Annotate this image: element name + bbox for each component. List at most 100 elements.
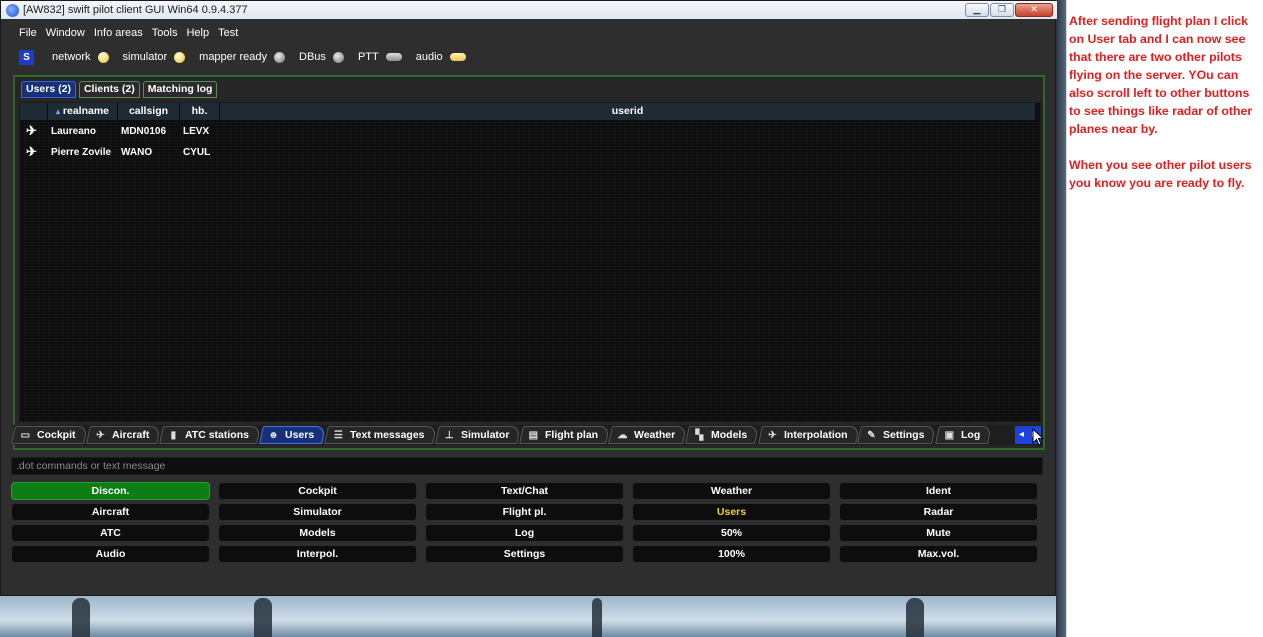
users-panel: Users (2) Clients (2) Matching log ▴ rea… <box>13 75 1045 450</box>
column-header-userid[interactable]: userid <box>220 103 1036 120</box>
tab-log[interactable]: ▣ Log <box>934 426 992 444</box>
tab-label: Flight plan <box>545 429 599 441</box>
app-window: [AW832] swift pilot client GUI Win64 0.9… <box>0 0 1057 596</box>
menu-window[interactable]: Window <box>46 23 85 43</box>
window-controls: ▁ ❐ ✕ <box>965 3 1053 17</box>
subtab-clients[interactable]: Clients (2) <box>78 81 140 98</box>
tab-text-messages[interactable]: ☰ Text messages <box>324 426 437 444</box>
radar-button[interactable]: Radar <box>839 503 1038 521</box>
cockpit-button[interactable]: Cockpit <box>218 482 417 500</box>
menu-bar: File Window Info areas Tools Help Test <box>1 23 247 43</box>
desktop-edge <box>1056 0 1066 637</box>
aircraft-button[interactable]: Aircraft <box>11 503 210 521</box>
log-button[interactable]: Log <box>425 524 624 542</box>
ident-button[interactable]: Ident <box>839 482 1038 500</box>
annotation-paragraph: When you see other pilot users you know … <box>1069 158 1252 190</box>
column-header-realname-label: realname <box>62 105 110 117</box>
tab-label: Simulator <box>460 429 510 441</box>
swift-app-icon <box>6 3 19 17</box>
tab-label: Weather <box>634 429 676 441</box>
tab-aircraft[interactable]: ✈ Aircraft <box>85 426 161 444</box>
simulator-button[interactable]: Simulator <box>218 503 417 521</box>
cockpit-icon: ▭ <box>20 429 31 441</box>
desktop-plant <box>72 598 90 637</box>
network-led-icon <box>97 51 109 63</box>
maximize-button[interactable]: ❐ <box>990 3 1014 17</box>
subtab-matching-log[interactable]: Matching log <box>142 81 218 98</box>
volume-50-button[interactable]: 50% <box>632 524 831 542</box>
title-bar[interactable]: [AW832] swift pilot client GUI Win64 0.9… <box>1 1 1057 19</box>
tab-label: Aircraft <box>111 429 149 441</box>
simulator-led-icon <box>174 51 186 63</box>
menu-file[interactable]: File <box>19 23 37 43</box>
tab-cockpit[interactable]: ▭ Cockpit <box>11 426 88 444</box>
scroll-left-icon[interactable]: ◂ <box>1015 426 1028 444</box>
text-chat-button[interactable]: Text/Chat <box>425 482 624 500</box>
tab-simulator[interactable]: ⊥ Simulator <box>434 426 521 444</box>
wrench-icon: ✎ <box>867 429 876 441</box>
command-input[interactable] <box>11 457 1043 475</box>
tab-users[interactable]: ☻ Users <box>258 426 326 444</box>
menu-info-areas[interactable]: Info areas <box>94 23 143 43</box>
column-header-realname[interactable]: ▴ realname <box>48 103 118 120</box>
subtab-users[interactable]: Users (2) <box>21 81 76 98</box>
cell-homebase: CYUL <box>183 146 211 158</box>
tab-atc-stations[interactable]: ▮ ATC stations <box>158 426 261 444</box>
max-volume-button[interactable]: Max.vol. <box>839 545 1038 563</box>
flight-plan-button[interactable]: Flight pl. <box>425 503 624 521</box>
atc-button[interactable]: ATC <box>11 524 210 542</box>
menu-tools[interactable]: Tools <box>152 23 178 43</box>
close-button[interactable]: ✕ <box>1015 3 1053 17</box>
table-header: ▴ realname callsign hb. userid <box>20 103 1040 120</box>
annotation-panel: After sending flight plan I click on Use… <box>1066 0 1263 637</box>
mouse-cursor-icon <box>1032 428 1044 446</box>
audio-button[interactable]: Audio <box>11 545 210 563</box>
mapper-led-icon <box>274 51 286 63</box>
column-header-homebase[interactable]: hb. <box>180 103 220 120</box>
window-title: [AW832] swift pilot client GUI Win64 0.9… <box>23 4 248 16</box>
menu-test[interactable]: Test <box>218 23 238 43</box>
indicator-simulator-label: simulator <box>122 51 168 63</box>
disconnect-button[interactable]: Discon. <box>11 482 210 500</box>
aircraft-icon: ✈ <box>95 429 105 441</box>
tab-label: ATC stations <box>184 429 249 441</box>
tab-label: Models <box>711 429 748 441</box>
models-icon: ▚ <box>695 429 704 441</box>
interpolation-icon: ✈ <box>767 429 777 441</box>
tab-settings[interactable]: ✎ Settings <box>857 426 937 444</box>
main-tabbar: ▭ Cockpit ✈ Aircraft ▮ ATC stations ☻ Users … <box>11 425 1043 445</box>
volume-100-button[interactable]: 100% <box>632 545 831 563</box>
table-row[interactable]: ✈ Laureano MDN0106 LEVX <box>20 121 1040 141</box>
mute-button[interactable]: Mute <box>839 524 1038 542</box>
settings-button[interactable]: Settings <box>425 545 624 563</box>
indicator-network-label: network <box>52 51 91 63</box>
cell-realname: Laureano <box>51 125 97 137</box>
aircraft-icon: ✈ <box>26 144 37 159</box>
sort-indicator-icon: ▴ <box>55 107 60 116</box>
indicator-mapper-label: mapper ready <box>199 51 268 63</box>
ptt-indicator-icon <box>385 53 402 61</box>
menu-help[interactable]: Help <box>186 23 209 43</box>
indicator-audio-label: audio <box>415 51 443 63</box>
models-button[interactable]: Models <box>218 524 417 542</box>
interpolation-button[interactable]: Interpol. <box>218 545 417 563</box>
tab-models[interactable]: ▚ Models <box>685 426 760 444</box>
tab-weather[interactable]: ☁ Weather <box>608 426 688 444</box>
column-header-callsign[interactable]: callsign <box>118 103 180 120</box>
tab-flight-plan[interactable]: ▤ Flight plan <box>519 426 611 444</box>
tab-label: Interpolation <box>783 429 848 441</box>
joystick-icon: ⊥ <box>444 429 454 441</box>
tab-label: Log <box>960 429 980 441</box>
table-row[interactable]: ✈ Pierre Zovile WANO CYUL <box>20 142 1040 162</box>
users-table[interactable]: ▴ realname callsign hb. userid ✈ Laurean… <box>19 102 1041 422</box>
tab-label: Text messages <box>350 429 425 441</box>
tab-interpolation[interactable]: ✈ Interpolation <box>757 426 860 444</box>
minimize-button[interactable]: ▁ <box>965 3 989 17</box>
column-header-icon[interactable] <box>20 103 48 120</box>
cell-homebase: LEVX <box>183 125 210 137</box>
users-button[interactable]: Users <box>632 503 831 521</box>
tab-label: Cockpit <box>37 429 76 441</box>
desktop-plant <box>592 598 602 637</box>
weather-button[interactable]: Weather <box>632 482 831 500</box>
flight-plan-icon: ▤ <box>528 429 539 441</box>
